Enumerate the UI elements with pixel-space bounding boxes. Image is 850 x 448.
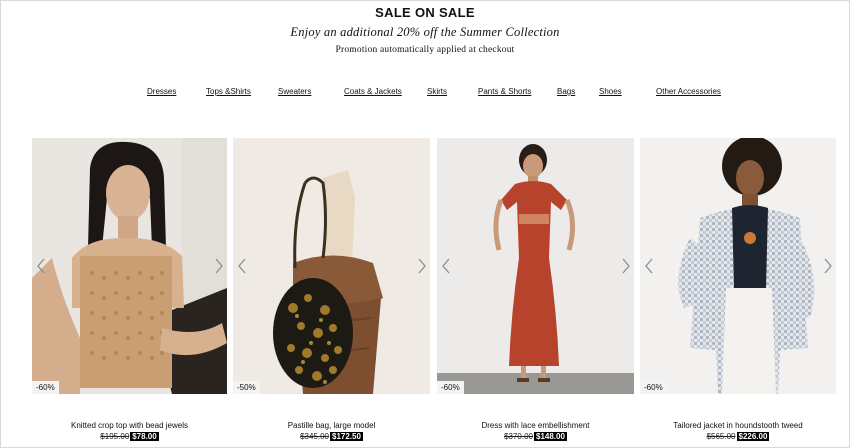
discount-badge: -60% (437, 381, 464, 394)
product-prices: $195.00 $78.00 (32, 432, 227, 441)
chevron-right-icon[interactable] (821, 256, 835, 276)
product-card[interactable]: -50% Pastille bag, large model $345.00 $1… (233, 138, 430, 441)
product-prices: $345.00 $172.50 (233, 432, 430, 441)
original-price: $565.00 (706, 432, 736, 441)
sale-price: $148.00 (534, 432, 567, 441)
category-link-sweaters[interactable]: Sweaters (278, 87, 311, 96)
original-price: $195.00 (100, 432, 130, 441)
category-link-tops-shirts[interactable]: Tops &Shirts (206, 87, 251, 96)
chevron-right-icon[interactable] (415, 256, 429, 276)
discount-badge: -60% (640, 381, 667, 394)
product-name[interactable]: Tailored jacket in houndstooth tweed (640, 421, 836, 430)
discount-badge: -50% (233, 381, 260, 394)
product-name[interactable]: Dress with lace embellishment (437, 421, 634, 430)
product-image[interactable] (437, 138, 634, 394)
category-link-skirts[interactable]: Skirts (427, 87, 447, 96)
category-link-other-accessories[interactable]: Other Accessories (656, 87, 721, 96)
promo-banner: SALE ON SALE Enjoy an additional 20% off… (0, 5, 850, 55)
product-card[interactable]: -60% Knitted crop top with bead jewels $… (32, 138, 227, 441)
product-prices: $370.00 $148.00 (437, 432, 634, 441)
category-link-bags[interactable]: Bags (557, 87, 575, 96)
product-image[interactable] (32, 138, 227, 394)
category-link-shoes[interactable]: Shoes (599, 87, 622, 96)
promo-title: SALE ON SALE (375, 5, 475, 20)
product-name[interactable]: Pastille bag, large model (233, 421, 430, 430)
sale-price: $172.50 (330, 432, 363, 441)
chevron-left-icon[interactable] (34, 256, 48, 276)
promo-subtitle: Enjoy an additional 20% off the Summer C… (290, 25, 560, 39)
category-link-dresses[interactable]: Dresses (147, 87, 176, 96)
category-link-pants-shorts[interactable]: Pants & Shorts (478, 87, 531, 96)
product-image[interactable] (233, 138, 430, 394)
sale-price: $78.00 (130, 432, 159, 441)
sale-price: $226.00 (736, 432, 770, 441)
product-name[interactable]: Knitted crop top with bead jewels (32, 421, 227, 430)
original-price: $370.00 (504, 432, 533, 441)
original-price: $345.00 (300, 432, 329, 441)
category-nav: Dresses Tops &Shirts Sweaters Coats & Ja… (0, 87, 850, 99)
product-card[interactable]: -60% Tailored jacket in houndstooth twee… (640, 138, 836, 441)
discount-badge: -60% (32, 381, 59, 394)
product-image[interactable] (640, 138, 836, 394)
chevron-left-icon[interactable] (235, 256, 249, 276)
chevron-left-icon[interactable] (439, 256, 453, 276)
product-prices: $565.00 $226.00 (640, 432, 836, 441)
category-link-coats-jackets[interactable]: Coats & Jackets (344, 87, 402, 96)
promo-note: Promotion automatically applied at check… (335, 45, 515, 55)
chevron-right-icon[interactable] (212, 256, 226, 276)
chevron-left-icon[interactable] (642, 256, 656, 276)
chevron-right-icon[interactable] (619, 256, 633, 276)
product-card[interactable]: -60% Dress with lace embellishment $370.… (437, 138, 634, 441)
